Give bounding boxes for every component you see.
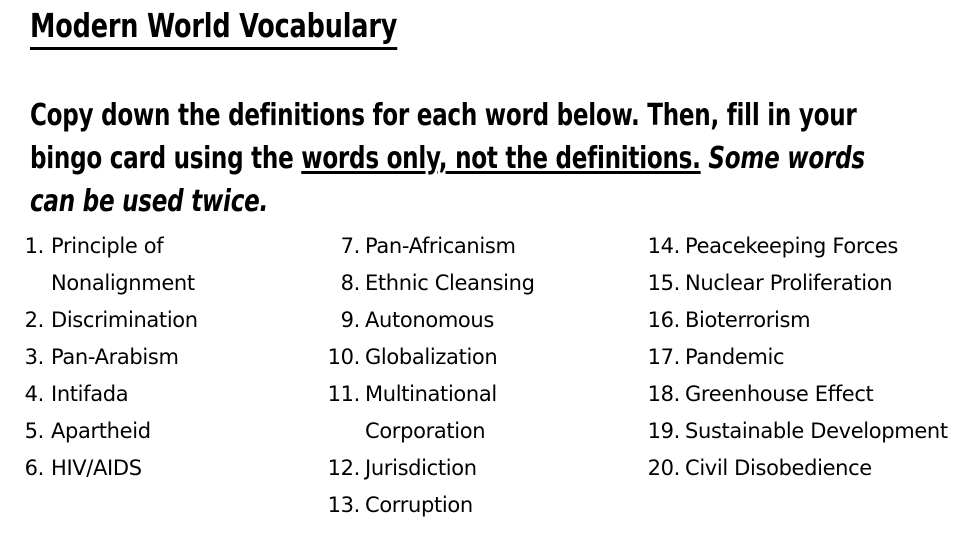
list-item: 15. Nuclear Proliferation: [642, 265, 954, 302]
list-item-label: Ethnic Cleansing: [365, 271, 535, 295]
list-item-label: Intifada: [51, 382, 129, 406]
page-title: Modern World Vocabulary: [30, 6, 397, 50]
list-item: 10. Globalization: [322, 339, 622, 376]
list-item-number: 5.: [24, 419, 45, 443]
list-item-label: Peacekeeping Forces: [685, 234, 899, 258]
list-item-label: HIV/AIDS: [51, 456, 142, 480]
list-item-number: 17.: [647, 345, 681, 369]
list-item-label: Pandemic: [685, 345, 785, 369]
list-item-label: Globalization: [365, 345, 498, 369]
list-item-number: 10.: [327, 345, 361, 369]
list-item-label: Nuclear Proliferation: [685, 271, 893, 295]
list-item: 7. Pan-Africanism: [322, 228, 622, 265]
vocabulary-list-3: 14. Peacekeeping Forces 15. Nuclear Prol…: [642, 228, 954, 487]
list-item-label: Bioterrorism: [685, 308, 811, 332]
vocabulary-columns: 1. Principle of Nonalignment 2. Discrimi…: [0, 228, 960, 540]
list-item: 2. Discrimination: [8, 302, 308, 339]
list-item-number: 3.: [24, 345, 45, 369]
list-item: 11. Multinational Corporation: [322, 376, 622, 450]
list-item: 19. Sustainable Development: [642, 413, 954, 450]
list-item-label: Civil Disobedience: [685, 456, 872, 480]
list-item: 18. Greenhouse Effect: [642, 376, 954, 413]
list-item: 3. Pan-Arabism: [8, 339, 308, 376]
list-item-number: 6.: [24, 456, 45, 480]
list-item-number: 2.: [24, 308, 45, 332]
list-item-label: Pan-Arabism: [51, 345, 179, 369]
list-item-label: Sustainable Development: [685, 419, 948, 443]
vocabulary-column-3: 14. Peacekeeping Forces 15. Nuclear Prol…: [642, 228, 954, 487]
vocabulary-list-2: 7. Pan-Africanism 8. Ethnic Cleansing 9.…: [322, 228, 622, 524]
list-item-number: 8.: [340, 271, 361, 295]
list-item-label: Autonomous: [365, 308, 494, 332]
list-item-number: 16.: [647, 308, 681, 332]
list-item: 6. HIV/AIDS: [8, 450, 308, 487]
list-item-number: 7.: [340, 234, 361, 258]
list-item-number: 18.: [647, 382, 681, 406]
list-item-label: Apartheid: [51, 419, 151, 443]
vocabulary-column-1: 1. Principle of Nonalignment 2. Discrimi…: [8, 228, 308, 487]
list-item: 13. Corruption: [322, 487, 622, 524]
list-item-label: Jurisdiction: [365, 456, 477, 480]
list-item: 8. Ethnic Cleansing: [322, 265, 622, 302]
list-item-number: 15.: [647, 271, 681, 295]
list-item: 20. Civil Disobedience: [642, 450, 954, 487]
list-item: 14. Peacekeeping Forces: [642, 228, 954, 265]
vocabulary-list-1: 1. Principle of Nonalignment 2. Discrimi…: [8, 228, 308, 487]
list-item-number: 13.: [327, 493, 361, 517]
list-item-label: Principle of Nonalignment: [51, 234, 195, 295]
list-item-number: 11.: [327, 382, 361, 406]
list-item-label: Pan-Africanism: [365, 234, 516, 258]
instructions-paragraph: Copy down the definitions for each word …: [30, 94, 911, 223]
list-item-number: 9.: [340, 308, 361, 332]
list-item-label: Corruption: [365, 493, 473, 517]
list-item-number: 12.: [327, 456, 361, 480]
list-item-label: Discrimination: [51, 308, 198, 332]
vocabulary-column-2: 7. Pan-Africanism 8. Ethnic Cleansing 9.…: [322, 228, 622, 524]
list-item-label: Multinational Corporation: [365, 382, 497, 443]
slide-canvas: Modern World Vocabulary Copy down the de…: [0, 0, 960, 540]
list-item: 9. Autonomous: [322, 302, 622, 339]
list-item: 16. Bioterrorism: [642, 302, 954, 339]
list-item: 5. Apartheid: [8, 413, 308, 450]
list-item-number: 4.: [24, 382, 45, 406]
list-item: 12. Jurisdiction: [322, 450, 622, 487]
list-item: 17. Pandemic: [642, 339, 954, 376]
list-item: 4. Intifada: [8, 376, 308, 413]
list-item-label: Greenhouse Effect: [685, 382, 874, 406]
instructions-text-underlined: words only, not the definitions.: [301, 141, 701, 176]
list-item-number: 19.: [647, 419, 681, 443]
list-item: 1. Principle of Nonalignment: [8, 228, 308, 302]
list-item-number: 20.: [647, 456, 681, 480]
list-item-number: 1.: [24, 234, 45, 258]
list-item-number: 14.: [647, 234, 681, 258]
